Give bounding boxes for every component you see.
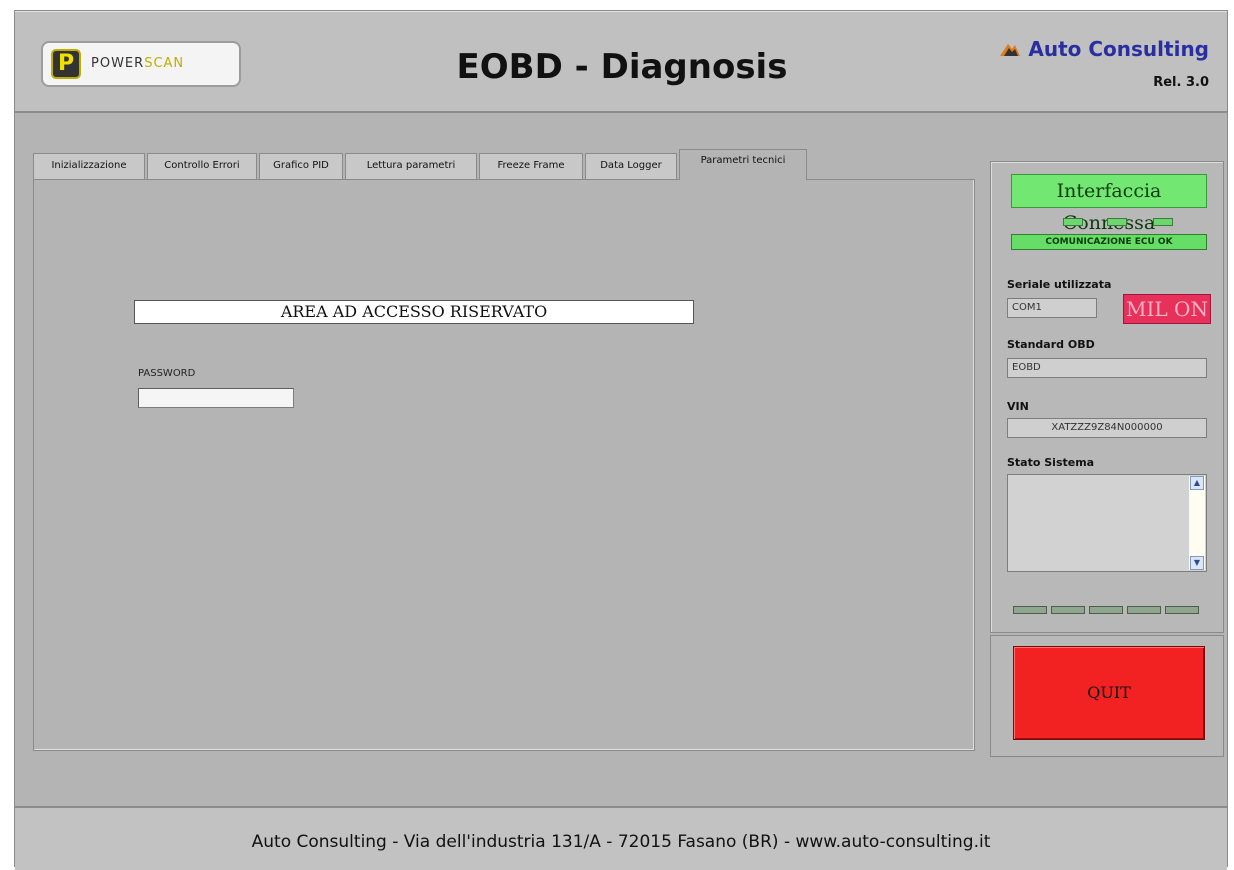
obd-standard-label: Standard OBD [1007,338,1095,351]
activity-led [1089,606,1123,614]
serial-port-field: COM1 [1007,298,1097,318]
password-input[interactable] [138,388,294,408]
status-sidebar: Interfaccia Connessa COMUNICAZIONE ECU O… [990,161,1224,633]
tab-data-logger[interactable]: Data Logger [585,153,677,179]
activity-led [1013,606,1047,614]
status-scrollbar[interactable]: ▲ ▼ [1189,476,1205,570]
tab-controllo-errori[interactable]: Controllo Errori [147,153,257,179]
ecu-communication-status: COMUNICAZIONE ECU OK [1011,234,1207,250]
status-led [1107,218,1127,226]
tab-content-panel: AREA AD ACCESSO RISERVATO PASSWORD [33,179,975,751]
tab-lettura-parametri[interactable]: Lettura parametri [345,153,477,179]
brand-block: Auto Consulting Rel. 3.0 [998,37,1209,90]
footer-bar: Auto Consulting - Via dell'industria 131… [15,806,1227,870]
status-led [1063,218,1083,226]
quit-button[interactable]: QUIT [1013,646,1205,740]
serial-port-label: Seriale utilizzata [1007,278,1112,291]
scroll-up-icon[interactable]: ▲ [1190,476,1204,490]
obd-standard-field: EOBD [1007,358,1207,378]
rooftop-logo-icon [1000,44,1021,56]
brand-name: Auto Consulting [1028,37,1209,61]
system-status-label: Stato Sistema [1007,456,1095,469]
activity-led [1051,606,1085,614]
mil-indicator: MIL ON [1123,294,1211,324]
tab-grafico-pid[interactable]: Grafico PID [259,153,343,179]
activity-led [1165,606,1199,614]
restricted-area-banner: AREA AD ACCESSO RISERVATO [134,300,694,324]
system-status-textarea[interactable]: ▲ ▼ [1007,474,1207,572]
vin-field: XATZZZ9Z84N000000 [1007,418,1207,438]
interface-connection-status: Interfaccia Connessa [1011,174,1207,234]
footer-address: Auto Consulting - Via dell'industria 131… [251,832,991,852]
tab-inizializzazione[interactable]: Inizializzazione [33,153,145,179]
scroll-down-icon[interactable]: ▼ [1190,556,1204,570]
app-window: P POWERSCAN EOBD - Diagnosis Auto Consul… [14,10,1228,870]
status-led [1153,218,1173,226]
quit-container: QUIT [990,635,1224,757]
header-bar: P POWERSCAN EOBD - Diagnosis Auto Consul… [15,11,1227,113]
vin-label: VIN [1007,400,1029,413]
tab-freeze-frame[interactable]: Freeze Frame [479,153,583,179]
tab-parametri-tecnici[interactable]: Parametri tecnici [679,149,807,180]
activity-led [1127,606,1161,614]
password-label: PASSWORD [138,368,196,379]
release-label: Rel. 3.0 [1153,75,1209,90]
